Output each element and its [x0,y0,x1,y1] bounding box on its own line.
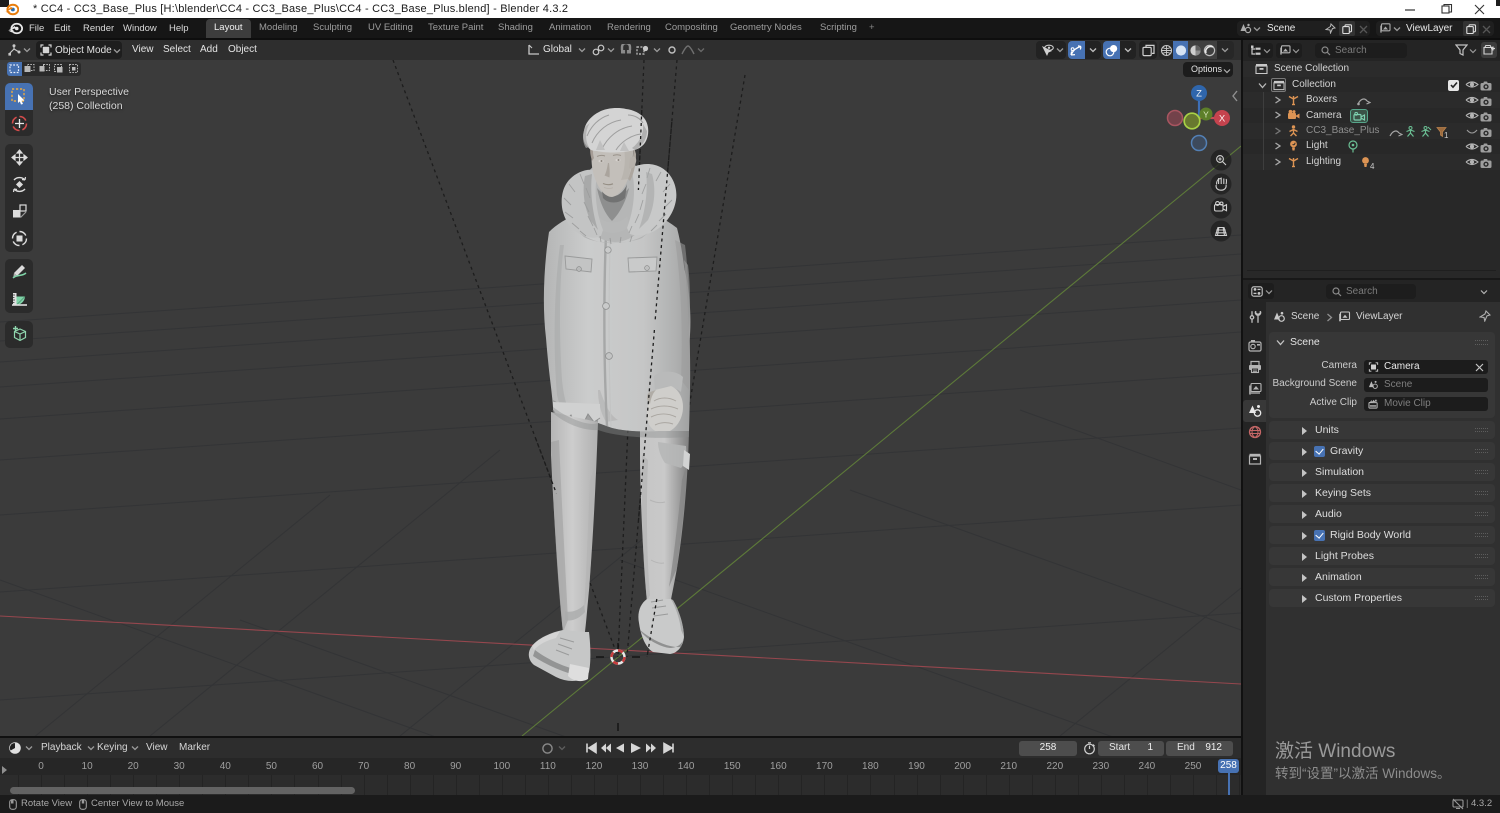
svg-text:Y: Y [1203,110,1209,120]
svg-text:X: X [1219,114,1226,125]
svg-text:Z: Z [1196,89,1202,100]
